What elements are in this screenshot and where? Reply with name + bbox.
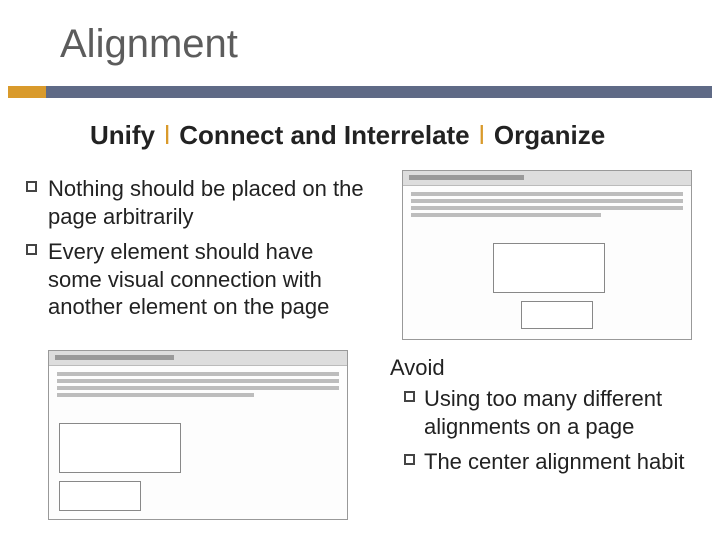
figure-header-bar xyxy=(49,351,347,366)
title-rule xyxy=(8,86,712,98)
list-item: Nothing should be placed on the page arb… xyxy=(22,175,370,230)
figure-box xyxy=(59,423,181,473)
bullets-left: Nothing should be placed on the page arb… xyxy=(22,175,370,329)
title-rule-accent xyxy=(8,86,46,98)
figure-header-bar xyxy=(403,171,691,186)
list-item: The center alignment habit xyxy=(390,448,700,476)
subtitle-separator: l xyxy=(477,120,487,150)
figure-paragraph-placeholder xyxy=(57,372,339,397)
list-item: Every element should have some visual co… xyxy=(22,238,370,321)
slide: Alignment Unify l Connect and Interrelat… xyxy=(0,0,720,540)
figure-paragraph-placeholder xyxy=(411,192,683,217)
figure-box xyxy=(493,243,605,293)
subtitle-separator: l xyxy=(162,120,172,150)
avoid-heading: Avoid xyxy=(390,355,700,381)
list-item: Using too many different alignments on a… xyxy=(390,385,700,440)
figure-left-aligned-example xyxy=(48,350,348,520)
figure-centered-example xyxy=(402,170,692,340)
subtitle-part-1: Unify xyxy=(90,120,155,150)
subtitle: Unify l Connect and Interrelate l Organi… xyxy=(90,120,710,151)
figure-box xyxy=(59,481,141,511)
bullets-right: Avoid Using too many different alignment… xyxy=(390,355,700,484)
subtitle-part-2: Connect and Interrelate xyxy=(179,120,469,150)
slide-title: Alignment xyxy=(60,22,238,67)
subtitle-part-3: Organize xyxy=(494,120,605,150)
figure-box xyxy=(521,301,593,329)
